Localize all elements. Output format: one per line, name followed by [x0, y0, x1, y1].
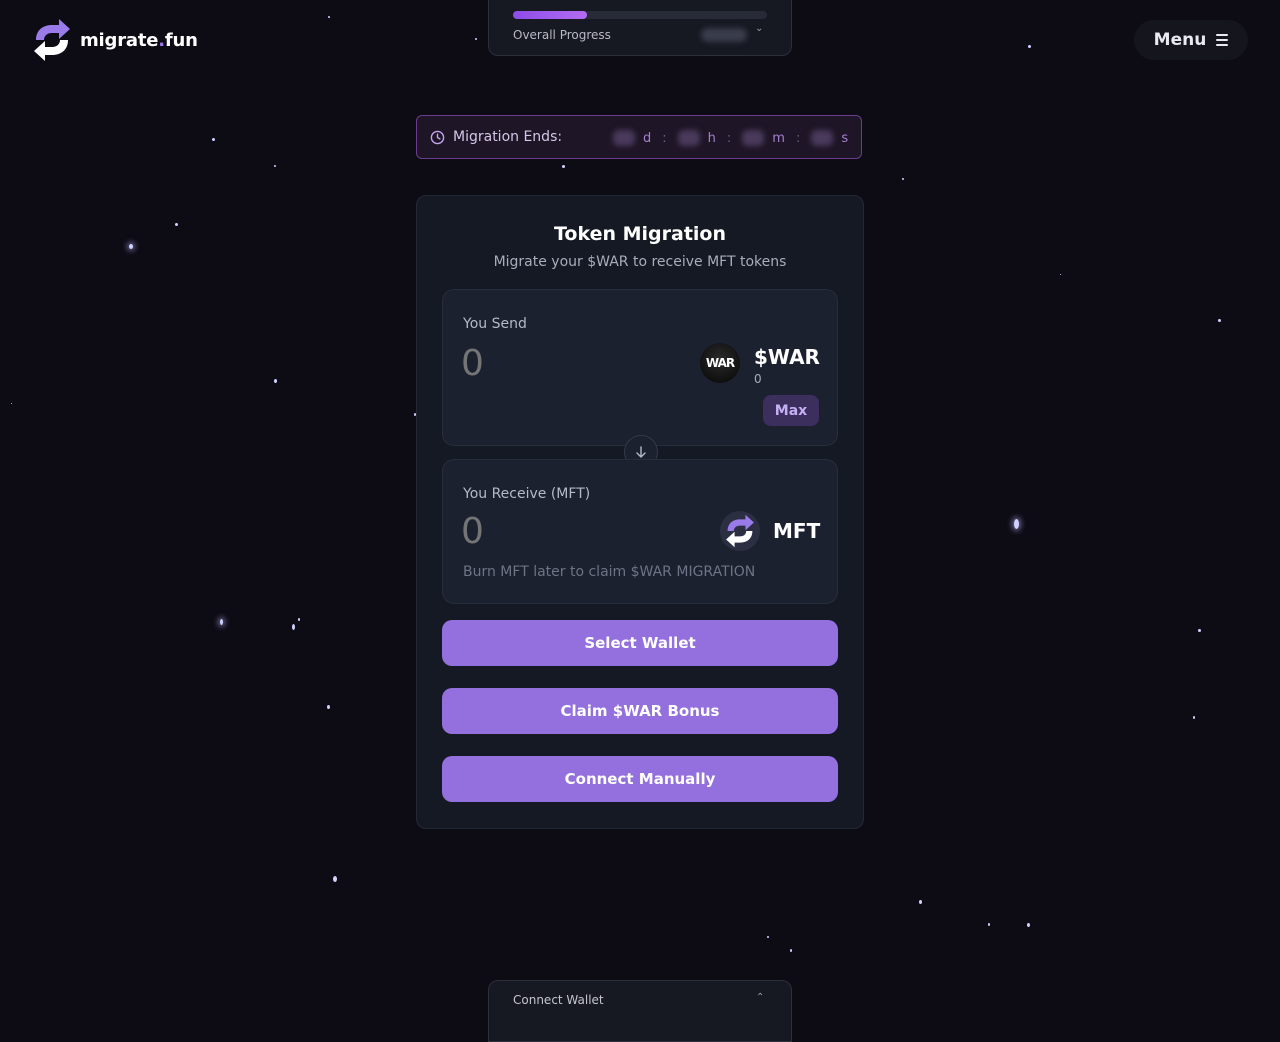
star: [475, 38, 477, 40]
card-title: Token Migration: [553, 223, 727, 245]
progress-label: Overall Progress: [513, 28, 611, 42]
countdown-minutes-hidden: [742, 130, 765, 146]
logo-icon: [34, 19, 70, 61]
star: [562, 165, 565, 168]
progress-bar: [513, 11, 767, 19]
progress-panel[interactable]: Overall Progress ⌄: [488, 0, 792, 56]
send-label: You Send: [463, 316, 527, 332]
max-button[interactable]: Max: [763, 395, 819, 426]
progress-value-hidden: [701, 28, 747, 42]
star: [919, 900, 922, 904]
star: [212, 138, 215, 141]
arrow-down-glyph: [636, 446, 646, 458]
star: [175, 223, 178, 226]
countdown-separator: :: [726, 130, 732, 146]
countdown-unit-minutes: m: [772, 130, 785, 146]
star: [129, 244, 133, 249]
star: [902, 178, 904, 180]
star: [274, 379, 277, 383]
migration-card: Token Migration Migrate your $WAR to rec…: [416, 195, 864, 829]
logo[interactable]: migrate.fun: [32, 18, 198, 62]
countdown-separator: :: [795, 130, 801, 146]
connect-wallet-panel[interactable]: Connect Wallet ⌃: [488, 980, 792, 1042]
star: [1028, 45, 1031, 48]
star: [327, 705, 330, 709]
countdown-unit-days: d: [643, 130, 652, 146]
chevron-up-icon[interactable]: ⌃: [756, 992, 764, 1003]
star: [298, 618, 300, 621]
star: [1193, 716, 1195, 719]
star: [328, 16, 330, 18]
star: [333, 876, 337, 882]
card-subtitle: Migrate your $WAR to receive MFT tokens: [493, 254, 787, 270]
connect-manually-button[interactable]: Connect Manually: [442, 756, 838, 802]
star: [790, 949, 792, 952]
receive-label: You Receive (MFT): [463, 486, 591, 502]
mft-token-icon: [720, 511, 760, 551]
logo-text: migrate.fun: [80, 29, 198, 51]
countdown-values: d : h : m : s: [613, 116, 848, 160]
countdown-unit-seconds: s: [841, 130, 849, 146]
mft-logo-glyph: [726, 514, 754, 548]
migration-countdown: Migration Ends: d : h : m : s: [416, 115, 862, 159]
star: [1198, 629, 1201, 632]
send-token-name: $WAR: [754, 345, 820, 369]
star: [988, 923, 990, 926]
countdown-hours-hidden: [677, 130, 700, 146]
select-wallet-button[interactable]: Select Wallet: [442, 620, 838, 666]
send-token-balance: 0: [754, 372, 762, 386]
star: [220, 619, 223, 625]
send-panel: You Send WAR $WAR 0 Max: [442, 289, 838, 446]
receive-amount-input[interactable]: [461, 511, 661, 551]
star: [1060, 274, 1061, 275]
chevron-down-icon[interactable]: ⌄: [755, 23, 763, 34]
star: [274, 165, 276, 167]
claim-bonus-button[interactable]: Claim $WAR Bonus: [442, 688, 838, 734]
connect-wallet-label: Connect Wallet: [513, 993, 604, 1007]
countdown-unit-hours: h: [707, 130, 716, 146]
hamburger-icon: [1216, 34, 1229, 46]
receive-panel: You Receive (MFT) MFT Burn MFT later to …: [442, 459, 838, 604]
star: [11, 403, 12, 404]
menu-button[interactable]: Menu: [1134, 20, 1248, 60]
war-token-icon: WAR: [700, 343, 740, 383]
star: [292, 624, 295, 630]
star: [1027, 923, 1030, 927]
send-amount-input[interactable]: [461, 343, 661, 383]
countdown-label: Migration Ends:: [453, 129, 563, 145]
star: [1014, 519, 1019, 529]
menu-label: Menu: [1153, 30, 1207, 50]
star: [767, 936, 769, 938]
receive-token-name: MFT: [773, 519, 821, 543]
clock-icon: [430, 130, 445, 144]
receive-note: Burn MFT later to claim $WAR MIGRATION: [463, 564, 756, 580]
countdown-seconds-hidden: [811, 130, 834, 146]
progress-fill: [513, 11, 587, 19]
star: [1218, 319, 1221, 322]
countdown-separator: :: [662, 130, 667, 146]
countdown-days-hidden: [613, 130, 635, 146]
